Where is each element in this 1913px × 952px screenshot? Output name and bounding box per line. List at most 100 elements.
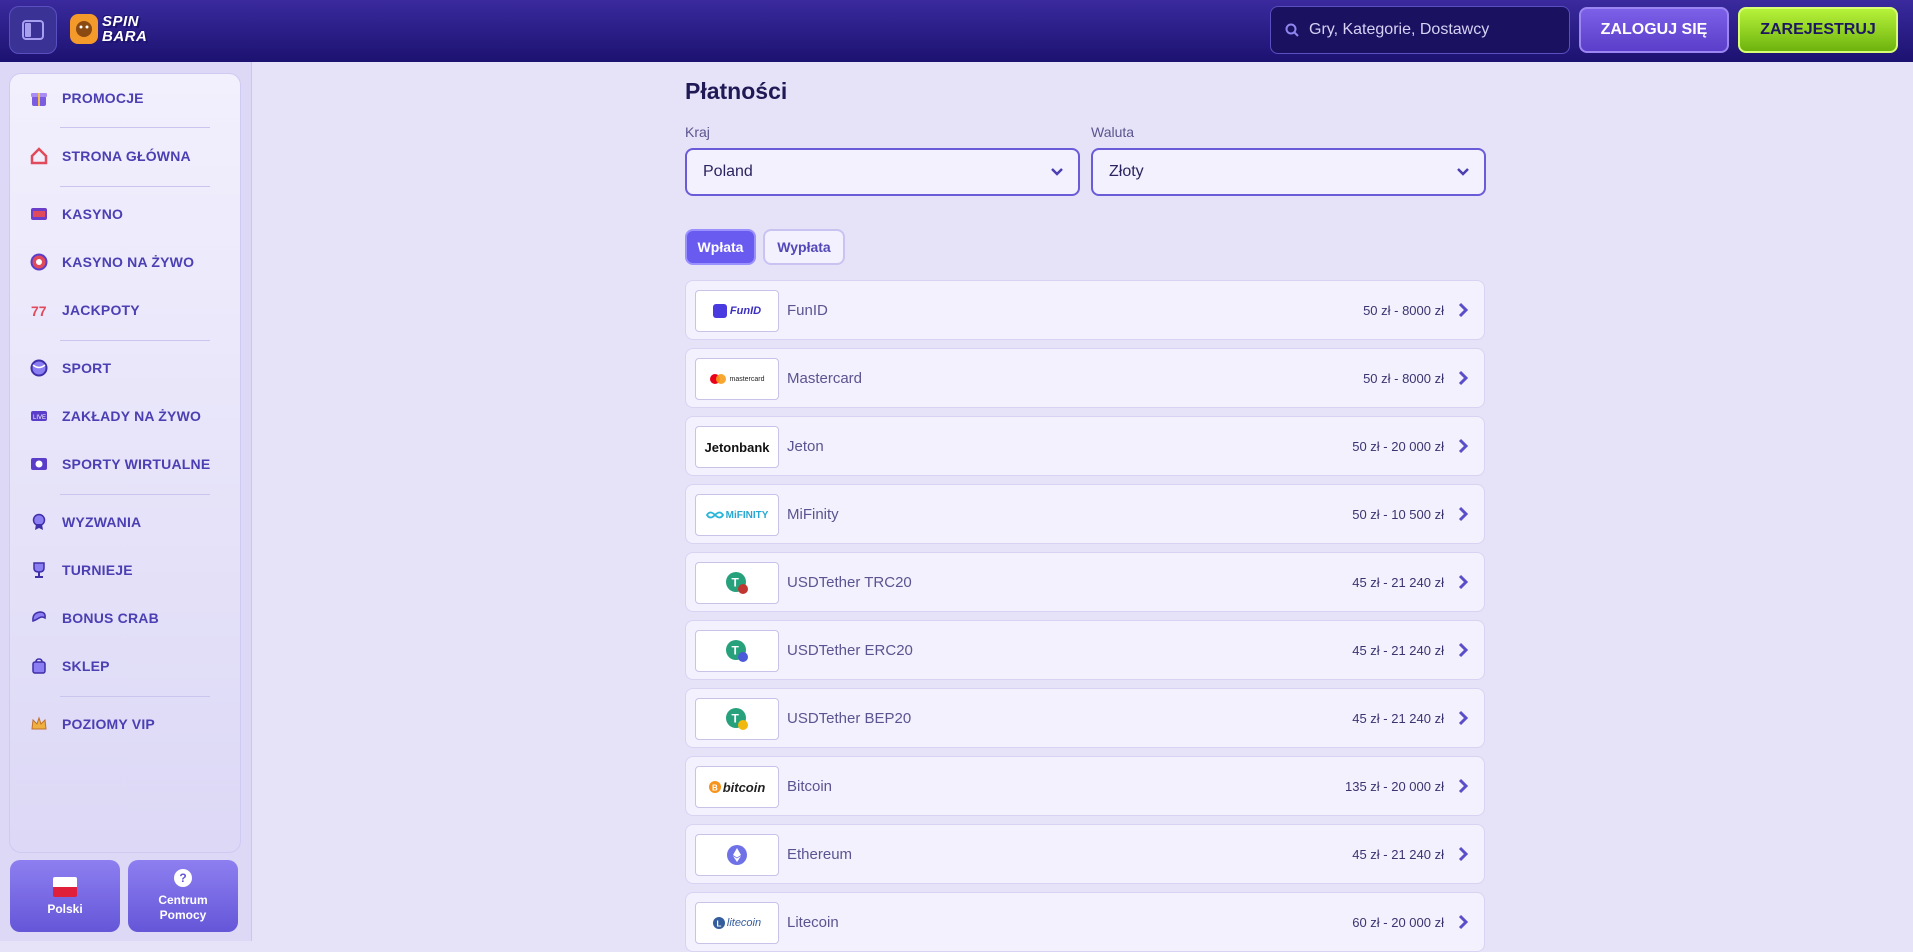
live-ticket-icon: LIVE xyxy=(29,406,49,426)
mastercard-logo: mastercard xyxy=(695,358,779,400)
sidebar-toggle-icon xyxy=(22,20,44,40)
tab-wyplata[interactable]: Wypłata xyxy=(763,229,845,265)
gift-icon xyxy=(29,88,49,108)
sidebar-item-kasyno-na-zywo[interactable]: KASYNO NA ŻYWO xyxy=(20,244,220,280)
sidebar-item-label: SPORTY WIRTUALNE xyxy=(62,456,211,472)
payment-method-funid[interactable]: FunID FunID 50 zł - 8000 zł xyxy=(685,280,1485,340)
chevron-right-icon xyxy=(1458,506,1469,522)
sidebar-item-promocje[interactable]: PROMOCJE xyxy=(20,80,220,116)
payment-method-name: Jeton xyxy=(787,437,824,455)
sidebar-divider xyxy=(60,340,210,341)
slot-machine-icon xyxy=(29,204,49,224)
payment-method-name: Litecoin xyxy=(787,913,839,931)
payment-method-mastercard[interactable]: mastercard Mastercard 50 zł - 8000 zł xyxy=(685,348,1485,408)
payment-method-ethereum[interactable]: Ethereum 45 zł - 21 240 zł xyxy=(685,824,1485,884)
sidebar-item-sporty-wirtualne[interactable]: SPORTY WIRTUALNE xyxy=(20,446,220,482)
logo-text-line2: BARA xyxy=(102,28,148,45)
tether-erc20-logo: T xyxy=(695,630,779,672)
sidebar-item-kasyno[interactable]: KASYNO xyxy=(20,196,220,232)
help-label-line2: Pomocy xyxy=(159,908,207,922)
payment-method-range: 45 zł - 21 240 zł xyxy=(1352,846,1444,862)
payment-method-mifinity[interactable]: MiFINITY MiFinity 50 zł - 10 500 zł xyxy=(685,484,1485,544)
login-button[interactable]: ZALOGUJ SIĘ xyxy=(1579,7,1729,53)
sidebar-divider xyxy=(60,186,210,187)
sidebar-toggle-button[interactable] xyxy=(9,6,57,54)
chevron-right-icon xyxy=(1458,370,1469,386)
search-icon xyxy=(1285,23,1299,37)
jetonbank-logo: Jetonbank xyxy=(695,426,779,468)
payment-method-range: 45 zł - 21 240 zł xyxy=(1352,574,1444,590)
chevron-down-icon xyxy=(1457,168,1469,176)
payment-method-range: 50 zł - 8000 zł xyxy=(1363,302,1444,318)
currency-label: Waluta xyxy=(1091,124,1135,140)
payment-method-name: Ethereum xyxy=(787,845,853,863)
chevron-right-icon xyxy=(1458,778,1469,794)
sidebar-item-label: ZAKŁADY NA ŻYWO xyxy=(62,408,202,424)
chevron-right-icon xyxy=(1458,710,1469,726)
mifinity-logo: MiFINITY xyxy=(695,494,779,536)
header: SPIN BARA ZALOGUJ SIĘ ZAREJESTRUJ xyxy=(0,0,1913,62)
sidebar-item-wyzwania[interactable]: WYZWANIA xyxy=(20,504,220,540)
logo[interactable]: SPIN BARA xyxy=(70,8,178,50)
sidebar-item-label: BONUS CRAB xyxy=(62,610,159,626)
payment-method-range: 45 zł - 21 240 zł xyxy=(1352,642,1444,658)
tab-wplata[interactable]: Wpłata xyxy=(685,229,756,265)
language-button[interactable]: Polski xyxy=(10,860,120,932)
sidebar-item-label: KASYNO xyxy=(62,206,124,222)
page-title: Płatności xyxy=(685,78,788,104)
sidebar-item-jackpoty[interactable]: 77 JACKPOTY xyxy=(20,292,220,328)
logo-text-line1: SPIN xyxy=(102,13,140,30)
chevron-right-icon xyxy=(1458,642,1469,658)
payment-method-name: USDTether TRC20 xyxy=(787,573,912,591)
sidebar-item-turnieje[interactable]: TURNIEJE xyxy=(20,552,220,588)
svg-text:77: 77 xyxy=(31,303,47,319)
search-box[interactable] xyxy=(1270,6,1570,54)
sidebar-item-bonus-crab[interactable]: BONUS CRAB xyxy=(20,600,220,636)
sidebar-item-label: JACKPOTY xyxy=(62,302,140,318)
payment-method-usdt-trc20[interactable]: T USDTether TRC20 45 zł - 21 240 zł xyxy=(685,552,1485,612)
question-icon: ? xyxy=(174,869,192,887)
currency-select[interactable]: Złoty xyxy=(1091,148,1486,196)
payment-method-name: USDTether BEP20 xyxy=(787,709,912,727)
payment-method-bitcoin[interactable]: B bitcoin Bitcoin 135 zł - 20 000 zł xyxy=(685,756,1485,816)
chevron-right-icon xyxy=(1458,914,1469,930)
register-button[interactable]: ZAREJESTRUJ xyxy=(1738,7,1898,53)
capybara-logo-icon xyxy=(70,14,98,44)
payment-method-name: USDTether ERC20 xyxy=(787,641,913,659)
crab-claw-icon xyxy=(29,608,49,628)
ball-icon xyxy=(29,358,49,378)
payment-method-jeton[interactable]: Jetonbank Jeton 50 zł - 20 000 zł xyxy=(685,416,1485,476)
trophy-icon xyxy=(29,560,49,580)
chevron-right-icon xyxy=(1458,438,1469,454)
sidebar-divider xyxy=(60,696,210,697)
sidebar-item-sport[interactable]: SPORT xyxy=(20,350,220,386)
sidebar-divider xyxy=(60,494,210,495)
help-label-line1: Centrum xyxy=(158,893,208,907)
svg-text:B: B xyxy=(712,784,718,793)
sidebar-item-label: KASYNO NA ŻYWO xyxy=(62,254,195,270)
tether-bep20-logo: T xyxy=(695,698,779,740)
crown-icon xyxy=(29,714,49,734)
payment-method-usdt-bep20[interactable]: T USDTether BEP20 45 zł - 21 240 zł xyxy=(685,688,1485,748)
bitcoin-logo: B bitcoin xyxy=(695,766,779,808)
country-label: Kraj xyxy=(685,124,710,140)
payment-method-range: 60 zł - 20 000 zł xyxy=(1352,914,1444,930)
svg-text:LIVE: LIVE xyxy=(33,415,46,421)
sidebar-item-sklep[interactable]: SKLEP xyxy=(20,648,220,684)
sidebar-item-strona-glowna[interactable]: STRONA GŁÓWNA xyxy=(20,138,220,174)
help-center-button[interactable]: ? Centrum Pomocy xyxy=(128,860,238,932)
payment-method-litecoin[interactable]: L litecoin Litecoin 60 zł - 20 000 zł xyxy=(685,892,1485,952)
country-value: Poland xyxy=(703,163,753,180)
chevron-right-icon xyxy=(1458,574,1469,590)
sidebar-item-label: WYZWANIA xyxy=(62,514,142,530)
chevron-down-icon xyxy=(1051,168,1063,176)
payment-method-usdt-erc20[interactable]: T USDTether ERC20 45 zł - 21 240 zł xyxy=(685,620,1485,680)
sidebar-item-label: STRONA GŁÓWNA xyxy=(62,148,191,164)
payment-method-name: MiFinity xyxy=(787,505,839,523)
search-input[interactable] xyxy=(1307,20,1551,40)
language-label: Polski xyxy=(47,901,83,916)
country-select[interactable]: Poland xyxy=(685,148,1080,196)
sidebar-item-label: POZIOMY VIP xyxy=(62,716,155,732)
sidebar-item-poziomy-vip[interactable]: POZIOMY VIP xyxy=(20,706,220,742)
sidebar-item-zaklady-na-zywo[interactable]: LIVE ZAKŁADY NA ŻYWO xyxy=(20,398,220,434)
